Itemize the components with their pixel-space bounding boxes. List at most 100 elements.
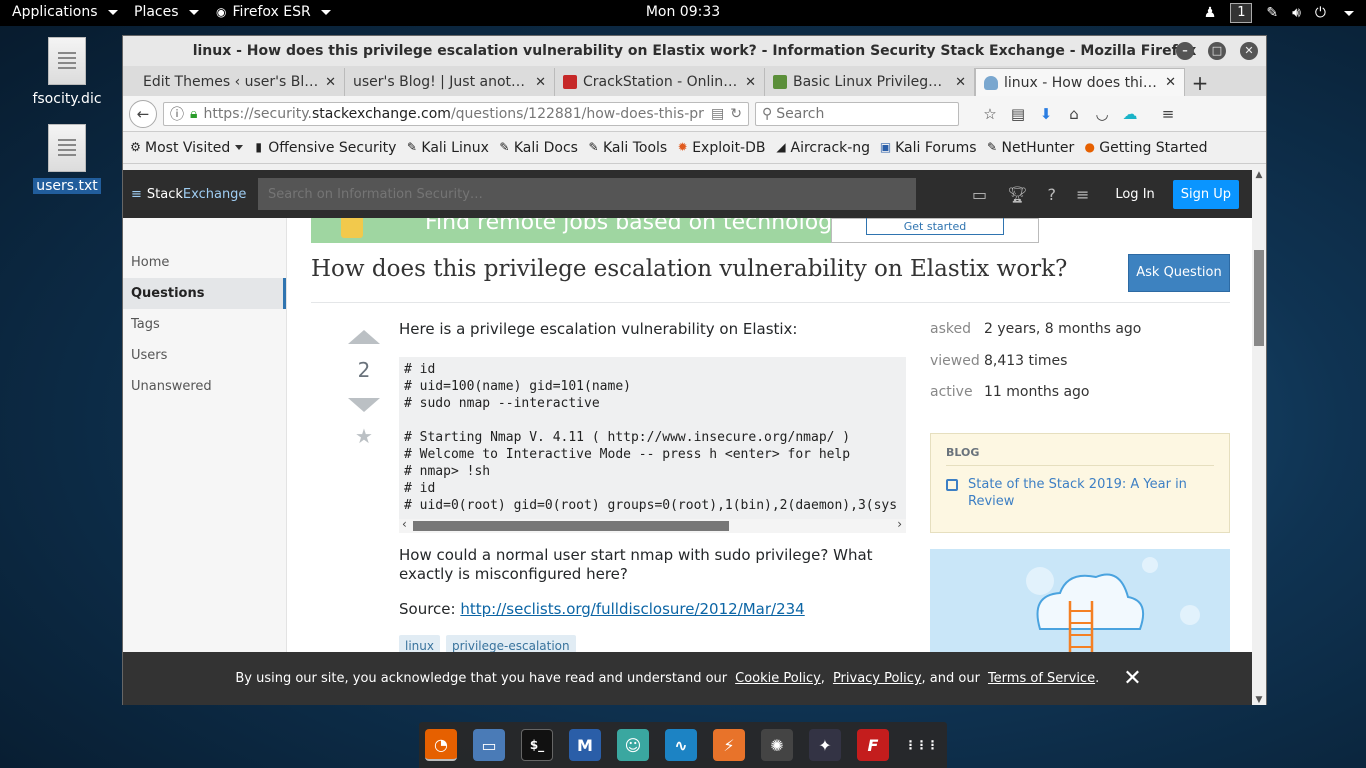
firefox-menu[interactable]: ◉ Firefox ESR	[216, 4, 331, 20]
hamburger-menu-icon[interactable]: ≡	[1157, 103, 1179, 125]
jobs-ad-banner[interactable]: Find remote jobs based on technology Get…	[311, 218, 1039, 243]
nav-questions[interactable]: Questions	[123, 278, 286, 309]
tab-users-blog[interactable]: user's Blog! | Just anothe… ✕	[345, 68, 555, 96]
maltego-dock-icon[interactable]: ✺	[761, 729, 793, 761]
armitage-dock-icon[interactable]: ☺	[617, 729, 649, 761]
home-icon[interactable]: ⌂	[1063, 103, 1085, 125]
bookmark-kali-tools[interactable]: ✎ Kali Tools	[587, 140, 667, 156]
app-grid-icon[interactable]: ⋮⋮⋮	[905, 729, 939, 761]
signup-button[interactable]: Sign Up	[1172, 179, 1240, 209]
source-link[interactable]: http://seclists.org/fulldisclosure/2012/…	[460, 600, 804, 618]
code-block[interactable]: # id # uid=100(name) gid=101(name) # sud…	[399, 357, 906, 533]
bookmark-exploit-db[interactable]: ✹ Exploit-DB	[676, 140, 766, 156]
minimize-button[interactable]: –	[1176, 42, 1194, 60]
blog-item[interactable]: State of the Stack 2019: A Year in Revie…	[946, 476, 1214, 510]
scroll-right-arrow-icon[interactable]: ›	[897, 517, 902, 531]
tab-close-icon[interactable]: ✕	[1165, 75, 1176, 90]
places-menu[interactable]: Places	[134, 4, 199, 20]
scroll-left-arrow-icon[interactable]: ‹	[402, 517, 407, 531]
tab-close-icon[interactable]: ✕	[325, 75, 336, 90]
scrollbar-thumb[interactable]	[413, 521, 729, 531]
window-titlebar[interactable]: linux - How does this privilege escalati…	[123, 36, 1266, 66]
search-input[interactable]	[776, 105, 947, 122]
search-bar[interactable]: ⚲	[755, 101, 959, 126]
ask-question-button[interactable]: Ask Question	[1128, 254, 1230, 292]
firefox-dock-icon[interactable]: ◔	[425, 729, 457, 761]
terms-of-service-link[interactable]: Terms of Service	[988, 671, 1095, 686]
scrollbar-thumb[interactable]	[1254, 250, 1264, 346]
bookmark-kali-forums[interactable]: ▣ Kali Forums	[879, 140, 977, 156]
bookmark-nethunter[interactable]: ✎ NetHunter	[986, 140, 1074, 156]
nav-tags[interactable]: Tags	[123, 309, 286, 340]
nav-unanswered[interactable]: Unanswered	[123, 371, 286, 402]
code-horizontal-scrollbar[interactable]: ‹ ›	[399, 517, 906, 533]
url-bar[interactable]: ⓘ 🔒︎ https://security.stackexchange.com/…	[163, 101, 749, 126]
pocket-icon[interactable]: ◡	[1091, 103, 1113, 125]
tab-linux-privesc[interactable]: Basic Linux Privilege E… ✕	[765, 68, 975, 96]
clock[interactable]: Mon 09:33	[0, 4, 1366, 20]
files-dock-icon[interactable]: ▭	[473, 729, 505, 761]
terminal-dock-icon[interactable]: $_	[521, 729, 553, 761]
cookie-policy-link[interactable]: Cookie Policy	[735, 671, 821, 686]
tab-close-icon[interactable]: ✕	[745, 75, 756, 90]
downloads-icon[interactable]: ⬇	[1035, 103, 1057, 125]
help-icon[interactable]: ?	[1047, 185, 1056, 204]
downvote-arrow-icon[interactable]	[348, 398, 380, 412]
scroll-up-arrow-icon[interactable]: ▲	[1252, 170, 1266, 180]
nav-users[interactable]: Users	[123, 340, 286, 371]
tab-edit-themes[interactable]: Edit Themes ‹ user's Blog… ✕	[135, 68, 345, 96]
tab-close-icon[interactable]: ✕	[535, 75, 546, 90]
faraday-dock-icon[interactable]: ✦	[809, 729, 841, 761]
user-switch-icon[interactable]: ♟	[1204, 5, 1217, 21]
bookmark-kali-linux[interactable]: ✎ Kali Linux	[405, 140, 489, 156]
desktop-file-users[interactable]: users.txt	[27, 124, 107, 194]
bookmark-star-icon[interactable]: ☆	[979, 103, 1001, 125]
inbox-icon[interactable]: ▭	[972, 185, 987, 204]
reload-icon[interactable]: ↻	[730, 106, 742, 122]
blog-item-link[interactable]: State of the Stack 2019: A Year in Revie…	[968, 476, 1214, 510]
scroll-down-arrow-icon[interactable]: ▼	[1252, 695, 1266, 705]
new-tab-button[interactable]: +	[1185, 70, 1215, 96]
power-icon[interactable]: ⏻	[1315, 5, 1326, 21]
upvote-arrow-icon[interactable]	[348, 330, 380, 344]
tab-close-icon[interactable]: ✕	[955, 75, 966, 90]
promo-illustration[interactable]	[930, 549, 1230, 659]
pen-icon[interactable]: ✎	[1266, 5, 1278, 21]
metasploit-dock-icon[interactable]: M	[569, 729, 601, 761]
sync-cloud-icon[interactable]: ☁	[1119, 103, 1141, 125]
wireshark-dock-icon[interactable]: ∿	[665, 729, 697, 761]
flashfire-dock-icon[interactable]: F	[857, 729, 889, 761]
tab-current-question[interactable]: linux - How does this … ✕	[975, 68, 1185, 96]
favorite-star-icon[interactable]: ★	[343, 424, 385, 448]
maximize-button[interactable]: □	[1208, 42, 1226, 60]
reader-view-icon[interactable]: ▤	[711, 106, 724, 122]
tab-crackstation[interactable]: CrackStation - Online … ✕	[555, 68, 765, 96]
caret-down-icon[interactable]	[1344, 10, 1354, 16]
info-icon[interactable]: ⓘ	[170, 104, 184, 124]
library-icon[interactable]: ▤	[1007, 103, 1029, 125]
desktop-file-fsocity[interactable]: fsocity.dic	[27, 37, 107, 107]
back-button[interactable]: ←	[129, 99, 157, 128]
page-vertical-scrollbar[interactable]: ▲ ▼	[1252, 170, 1266, 705]
bookmark-most-visited[interactable]: ⚙ Most Visited	[129, 140, 244, 156]
bookmark-aircrack-ng[interactable]: ◢ Aircrack-ng	[775, 140, 870, 156]
ad-get-started-button[interactable]: Get started	[866, 218, 1004, 235]
question-title[interactable]: How does this privilege escalation vulne…	[311, 256, 1067, 282]
bookmark-offensive-security[interactable]: ▮ Offensive Security	[252, 140, 396, 156]
privacy-policy-link[interactable]: Privacy Policy	[833, 671, 922, 686]
volume-icon[interactable]: 🔊︎	[1292, 5, 1301, 21]
bookmark-kali-docs[interactable]: ✎ Kali Docs	[498, 140, 578, 156]
bookmark-getting-started[interactable]: ● Getting Started	[1083, 140, 1207, 156]
close-icon[interactable]: ✕	[1123, 666, 1141, 691]
nav-home[interactable]: Home	[123, 247, 286, 278]
site-switcher-icon[interactable]: ≡	[1076, 185, 1089, 204]
active-value[interactable]: 11 months ago	[984, 384, 1089, 416]
close-window-button[interactable]: ✕	[1240, 42, 1258, 60]
workspace-indicator[interactable]: 1	[1230, 3, 1253, 23]
applications-menu[interactable]: Applications	[12, 4, 118, 20]
stackexchange-logo[interactable]: ≡ Stack Exchange	[131, 187, 258, 202]
site-search-input[interactable]	[258, 178, 916, 210]
login-link[interactable]: Log In	[1115, 187, 1154, 202]
achievements-trophy-icon[interactable]: 🏆︎	[1007, 185, 1027, 204]
burpsuite-dock-icon[interactable]: ⚡	[713, 729, 745, 761]
